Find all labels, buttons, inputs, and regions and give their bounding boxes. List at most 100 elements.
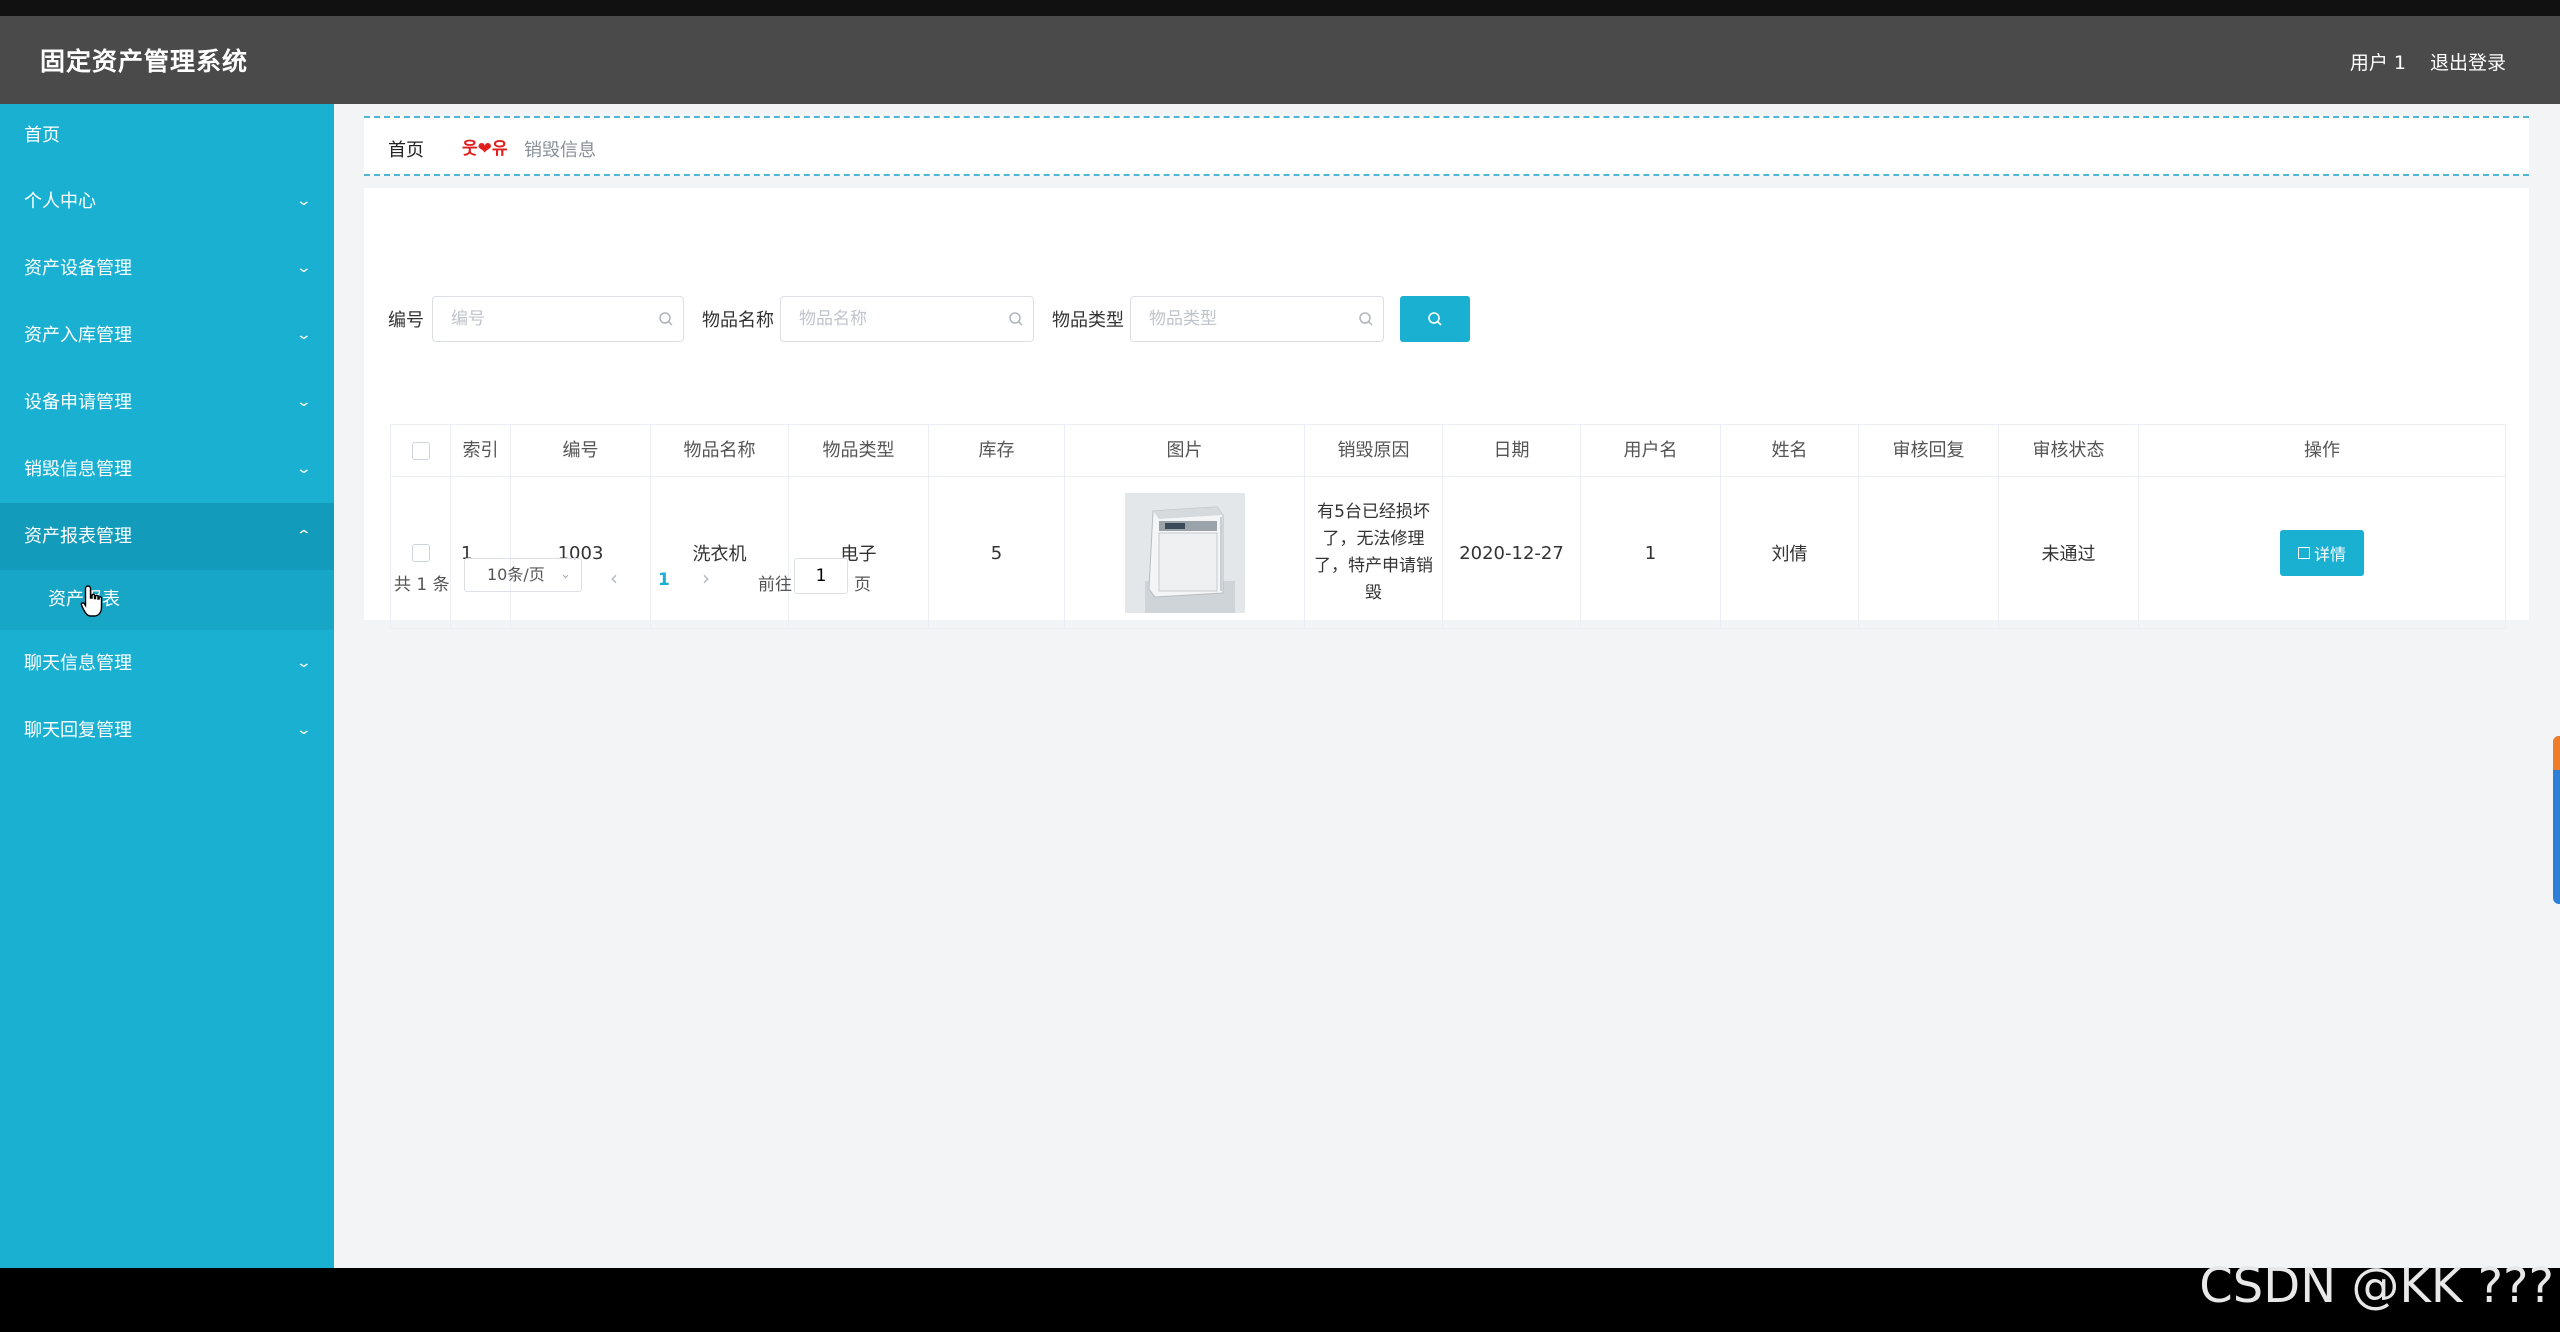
column-header[interactable]: 物品名称 [651, 425, 789, 477]
app-window: 固定资产管理系统 用户 1 退出登录 首页 个人中心 ⌄ 资产设备管理 ⌄ 资产入库… [0, 0, 2560, 1332]
sidebar-item-label: 销毁信息管理 [24, 459, 132, 480]
chevron-down-icon: ⌄ [295, 655, 313, 671]
next-page-icon[interactable]: › [702, 566, 710, 590]
sidebar-item-asset-report[interactable]: 资产报表管理 ⌃ [0, 503, 334, 570]
chevron-up-icon: ⌃ [295, 528, 313, 544]
data-table: 索引 编号 物品名称 物品类型 库存 图片 销毁原因 日期 用户名 姓名 审核回… [390, 424, 2506, 629]
cell-code: 1003 [511, 477, 651, 629]
watermark-text: CSDN @KK ??? [2199, 1258, 2554, 1314]
sidebar-item-label: 首页 [24, 125, 60, 146]
code-filter-label: 编号 [388, 310, 424, 331]
sidebar-item-label: 聊天信息管理 [24, 653, 132, 674]
column-header[interactable]: 用户名 [1581, 425, 1721, 477]
column-header[interactable]: 日期 [1443, 425, 1581, 477]
app-title: 固定资产管理系统 [40, 47, 249, 76]
pagination-total: 共 1 条 [394, 575, 450, 595]
breadcrumb-separator: 웃❤유 [462, 139, 508, 159]
row-checkbox[interactable] [411, 544, 430, 562]
top-header: 固定资产管理系统 用户 1 退出登录 [0, 16, 2560, 104]
page-number-current[interactable]: 1 [658, 570, 670, 590]
column-header[interactable]: 姓名 [1721, 425, 1859, 477]
search-icon [1009, 312, 1023, 326]
search-button[interactable] [1400, 296, 1470, 342]
disposal-reason-text: 有5台已经损坏了，无法修理了，特产申请销毁 [1314, 502, 1433, 603]
select-all-checkbox[interactable] [411, 442, 430, 460]
page-size-value: 10条/页 [487, 565, 545, 584]
sidebar-item-label: 设备申请管理 [24, 392, 132, 413]
sidebar-item-label: 资产入库管理 [24, 325, 132, 346]
sidebar-item-asset-storage[interactable]: 资产入库管理 ⌄ [0, 302, 334, 369]
sidebar-item-asset-equipment[interactable]: 资产设备管理 ⌄ [0, 235, 334, 302]
cell-stock: 5 [929, 477, 1065, 629]
sidebar-item-label: 资产设备管理 [24, 258, 132, 279]
type-filter-label: 物品类型 [1052, 310, 1124, 331]
chevron-down-icon: ⌄ [295, 327, 313, 343]
current-user[interactable]: 用户 1 [2350, 48, 2406, 75]
page-size-select[interactable]: 10条/页 ⌄ [464, 558, 582, 592]
column-header[interactable]: 库存 [929, 425, 1065, 477]
breadcrumb-current: 销毁信息 [524, 140, 596, 161]
cell-type: 电子 [789, 477, 929, 629]
window-bottom-band [0, 1268, 2560, 1332]
name-search-input[interactable] [780, 296, 1034, 342]
sidebar-item-personal-center[interactable]: 个人中心 ⌄ [0, 168, 334, 235]
sidebar-item-label: 资产报表管理 [24, 526, 132, 547]
chevron-down-icon: ⌄ [560, 567, 571, 582]
column-header[interactable]: 审核回复 [1859, 425, 1999, 477]
washing-machine-image[interactable] [1124, 493, 1245, 613]
cell-image [1065, 477, 1305, 629]
cell-date: 2020-12-27 [1443, 477, 1581, 629]
search-icon [1428, 312, 1442, 326]
sidebar-item-equipment-request[interactable]: 设备申请管理 ⌄ [0, 369, 334, 436]
detail-button-label: 详情 [2313, 545, 2346, 564]
chevron-down-icon: ⌄ [295, 394, 313, 410]
column-header[interactable]: 审核状态 [1999, 425, 2139, 477]
sidebar-item-chat-info[interactable]: 聊天信息管理 ⌄ [0, 630, 334, 697]
sidebar-item-label: 个人中心 [24, 191, 96, 212]
cell-reply [1859, 477, 1999, 629]
goto-prefix: 前往 [758, 575, 792, 595]
column-header[interactable]: 索引 [451, 425, 511, 477]
document-icon [2297, 547, 2310, 559]
cell-name: 洗衣机 [651, 477, 789, 629]
breadcrumb: 首页 웃❤유 销毁信息 [364, 116, 2529, 176]
name-filter-label: 物品名称 [702, 310, 774, 331]
code-search-input[interactable] [432, 296, 684, 342]
goto-page-input[interactable] [794, 558, 848, 594]
cell-reason: 有5台已经损坏了，无法修理了，特产申请销毁 [1305, 477, 1443, 629]
search-icon [1359, 312, 1373, 326]
sidebar-subitem-asset-report[interactable]: 资产报表 [0, 570, 334, 630]
column-header: 操作 [2139, 425, 2505, 477]
main-content: 首页 웃❤유 销毁信息 编号 物品名称 物品类型 索引 编号 物品名称 物品类型 [334, 104, 2560, 1268]
select-all-header [391, 425, 451, 477]
column-header[interactable]: 编号 [511, 425, 651, 477]
content-panel: 编号 物品名称 物品类型 索引 编号 物品名称 物品类型 库存 图片 销毁原因 [364, 188, 2529, 629]
goto-suffix: 页 [854, 575, 871, 595]
chevron-down-icon: ⌄ [295, 461, 313, 477]
breadcrumb-home[interactable]: 首页 [388, 136, 424, 162]
search-icon [659, 312, 673, 326]
sidebar-item-chat-reply[interactable]: 聊天回复管理 ⌄ [0, 697, 334, 764]
sidebar: 首页 个人中心 ⌄ 资产设备管理 ⌄ 资产入库管理 ⌄ 设备申请管理 ⌄ 销毁信息管理 ⌄… [0, 104, 334, 1268]
hand-cursor-icon [80, 585, 103, 617]
chevron-down-icon: ⌄ [295, 722, 313, 738]
logout-link[interactable]: 退出登录 [2430, 48, 2506, 75]
column-header[interactable]: 图片 [1065, 425, 1305, 477]
cell-username: 1 [1581, 477, 1721, 629]
cell-actions: 详情 [2139, 477, 2505, 629]
floating-side-tab-accent [2553, 736, 2560, 770]
sidebar-item-disposal-info[interactable]: 销毁信息管理 ⌄ [0, 436, 334, 503]
column-header[interactable]: 销毁原因 [1305, 425, 1443, 477]
detail-button[interactable]: 详情 [2280, 530, 2364, 576]
prev-page-icon[interactable]: ‹ [610, 566, 618, 590]
sidebar-item-home[interactable]: 首页 [0, 104, 334, 168]
column-header[interactable]: 物品类型 [789, 425, 929, 477]
cell-realname: 刘倩 [1721, 477, 1859, 629]
chevron-down-icon: ⌄ [295, 193, 313, 209]
row-select-cell [391, 477, 451, 629]
chevron-down-icon: ⌄ [295, 260, 313, 276]
cell-status: 未通过 [1999, 477, 2139, 629]
window-top-band [0, 0, 2560, 16]
type-search-input[interactable] [1130, 296, 1384, 342]
cell-index: 1 [451, 477, 511, 629]
